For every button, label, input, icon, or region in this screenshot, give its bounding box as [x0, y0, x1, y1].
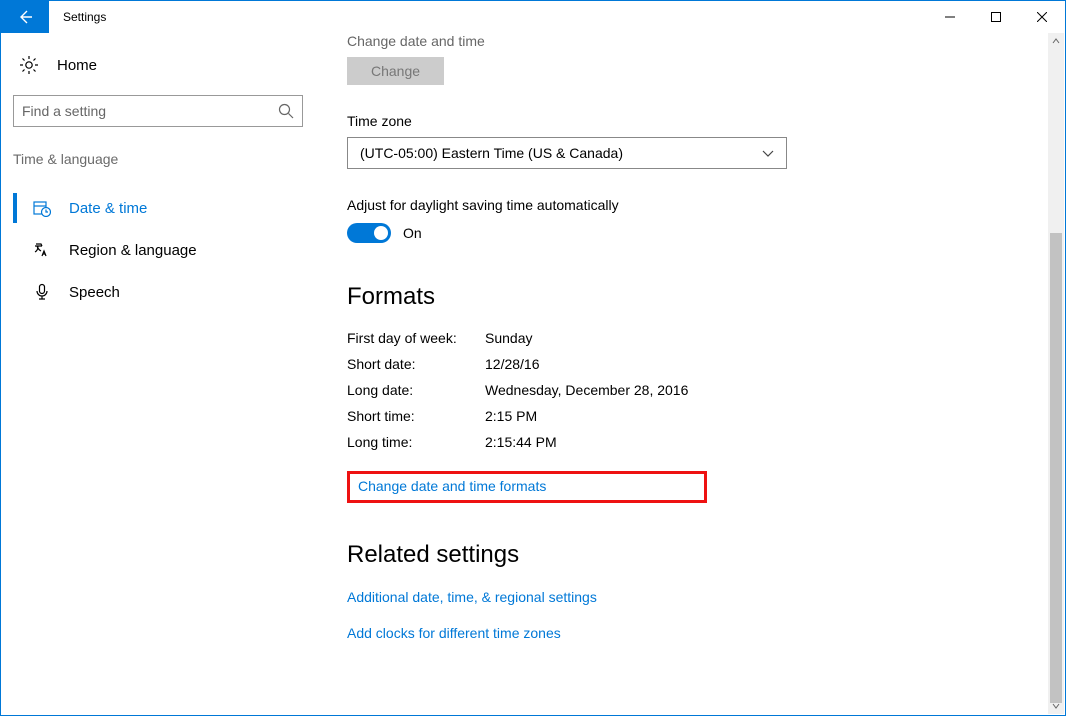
minimize-button[interactable]: [927, 1, 973, 33]
home-button[interactable]: Home: [13, 45, 301, 95]
related-link-clocks[interactable]: Add clocks for different time zones: [347, 625, 1035, 641]
format-key: Short date:: [347, 356, 485, 372]
microphone-icon: [33, 283, 51, 301]
category-label: Time & language: [13, 151, 301, 187]
main-panel: Change date and time Change Time zone (U…: [311, 33, 1065, 715]
vertical-scrollbar[interactable]: [1048, 33, 1064, 714]
chevron-down-icon: [1052, 702, 1060, 710]
format-key: Long time:: [347, 434, 485, 450]
content: Home Time & language Date & time Region …: [1, 33, 1065, 715]
scroll-down-arrow[interactable]: [1048, 698, 1064, 714]
calendar-clock-icon: [33, 199, 51, 217]
home-label: Home: [57, 57, 97, 74]
search-input[interactable]: [13, 95, 303, 127]
scroll-thumb[interactable]: [1050, 233, 1062, 703]
change-date-time-label: Change date and time: [347, 33, 1035, 49]
chevron-down-icon: [762, 147, 774, 159]
language-icon: [33, 241, 51, 259]
format-row: Long time:2:15:44 PM: [347, 429, 1035, 455]
sidebar-item-region-language[interactable]: Region & language: [13, 229, 301, 271]
format-value: Sunday: [485, 330, 532, 346]
formats-heading: Formats: [347, 283, 1035, 311]
dst-toggle-row: On: [347, 223, 1035, 243]
formats-grid: First day of week:Sunday Short date:12/2…: [347, 325, 1035, 455]
close-button[interactable]: [1019, 1, 1065, 33]
format-key: Long date:: [347, 382, 485, 398]
back-button[interactable]: [1, 1, 49, 33]
format-key: First day of week:: [347, 330, 485, 346]
window-controls: [927, 1, 1065, 33]
chevron-up-icon: [1052, 37, 1060, 45]
timezone-value: (UTC-05:00) Eastern Time (US & Canada): [360, 145, 623, 161]
format-row: Long date:Wednesday, December 28, 2016: [347, 377, 1035, 403]
minimize-icon: [945, 12, 955, 22]
dst-label: Adjust for daylight saving time automati…: [347, 197, 1035, 213]
sidebar-item-date-time[interactable]: Date & time: [13, 187, 301, 229]
highlight-annotation: Change date and time formats: [347, 471, 707, 503]
format-row: Short time:2:15 PM: [347, 403, 1035, 429]
scroll-up-arrow[interactable]: [1048, 33, 1064, 49]
window-title: Settings: [49, 1, 120, 33]
timezone-label: Time zone: [347, 113, 1035, 129]
timezone-dropdown[interactable]: (UTC-05:00) Eastern Time (US & Canada): [347, 137, 787, 169]
sidebar-item-label: Region & language: [69, 242, 197, 259]
gear-icon: [19, 55, 39, 75]
titlebar: Settings: [1, 1, 1065, 33]
search-icon: [278, 103, 294, 119]
maximize-button[interactable]: [973, 1, 1019, 33]
arrow-left-icon: [17, 9, 33, 25]
dst-toggle-text: On: [403, 225, 422, 241]
sidebar-item-label: Date & time: [69, 200, 147, 217]
format-value: Wednesday, December 28, 2016: [485, 382, 688, 398]
dst-toggle[interactable]: [347, 223, 391, 243]
sidebar-item-label: Speech: [69, 284, 120, 301]
format-value: 2:15 PM: [485, 408, 537, 424]
sidebar: Home Time & language Date & time Region …: [1, 33, 311, 715]
change-button[interactable]: Change: [347, 57, 444, 85]
change-formats-link[interactable]: Change date and time formats: [358, 478, 546, 494]
maximize-icon: [991, 12, 1001, 22]
sidebar-item-speech[interactable]: Speech: [13, 271, 301, 313]
related-link-regional[interactable]: Additional date, time, & regional settin…: [347, 589, 1035, 605]
format-key: Short time:: [347, 408, 485, 424]
search-field[interactable]: [22, 103, 278, 119]
format-value: 12/28/16: [485, 356, 540, 372]
format-row: Short date:12/28/16: [347, 351, 1035, 377]
format-value: 2:15:44 PM: [485, 434, 557, 450]
related-heading: Related settings: [347, 541, 1035, 569]
format-row: First day of week:Sunday: [347, 325, 1035, 351]
close-icon: [1037, 12, 1047, 22]
